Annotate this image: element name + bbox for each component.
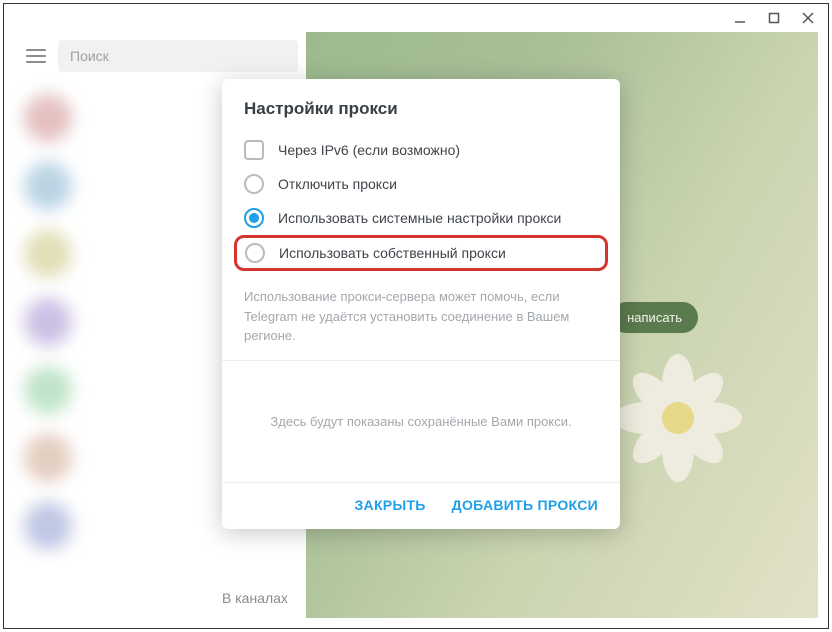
radio-icon (245, 243, 265, 263)
menu-icon[interactable] (22, 42, 50, 70)
checkbox-icon (244, 140, 264, 160)
close-modal-button[interactable]: ЗАКРЫТЬ (354, 497, 425, 513)
option-ipv6[interactable]: Через IPv6 (если возможно) (234, 133, 608, 167)
proxy-settings-modal: Настройки прокси Через IPv6 (если возмож… (222, 79, 620, 529)
add-proxy-button[interactable]: ДОБАВИТЬ ПРОКСИ (452, 497, 598, 513)
minimize-button[interactable] (728, 6, 752, 30)
close-button[interactable] (796, 6, 820, 30)
maximize-button[interactable] (762, 6, 786, 30)
modal-title: Настройки прокси (222, 79, 620, 133)
option-disable-proxy[interactable]: Отключить прокси (234, 167, 608, 201)
background-flower (598, 338, 758, 498)
search-input[interactable]: Поиск (58, 40, 298, 72)
saved-proxies-hint: Здесь будут показаны сохранённые Вами пр… (222, 361, 620, 483)
option-label: Через IPv6 (если возможно) (278, 142, 460, 158)
proxy-hint: Использование прокси-сервера может помоч… (222, 281, 620, 360)
option-custom-proxy[interactable]: Использовать собственный прокси (234, 235, 608, 271)
radio-icon (244, 174, 264, 194)
radio-icon (244, 208, 264, 228)
option-label: Отключить прокси (278, 176, 397, 192)
option-system-proxy[interactable]: Использовать системные настройки прокси (234, 201, 608, 235)
write-pill[interactable]: написать (611, 302, 698, 333)
channels-label: В каналах (222, 590, 288, 606)
option-label: Использовать системные настройки прокси (278, 210, 561, 226)
option-label: Использовать собственный прокси (279, 245, 506, 261)
